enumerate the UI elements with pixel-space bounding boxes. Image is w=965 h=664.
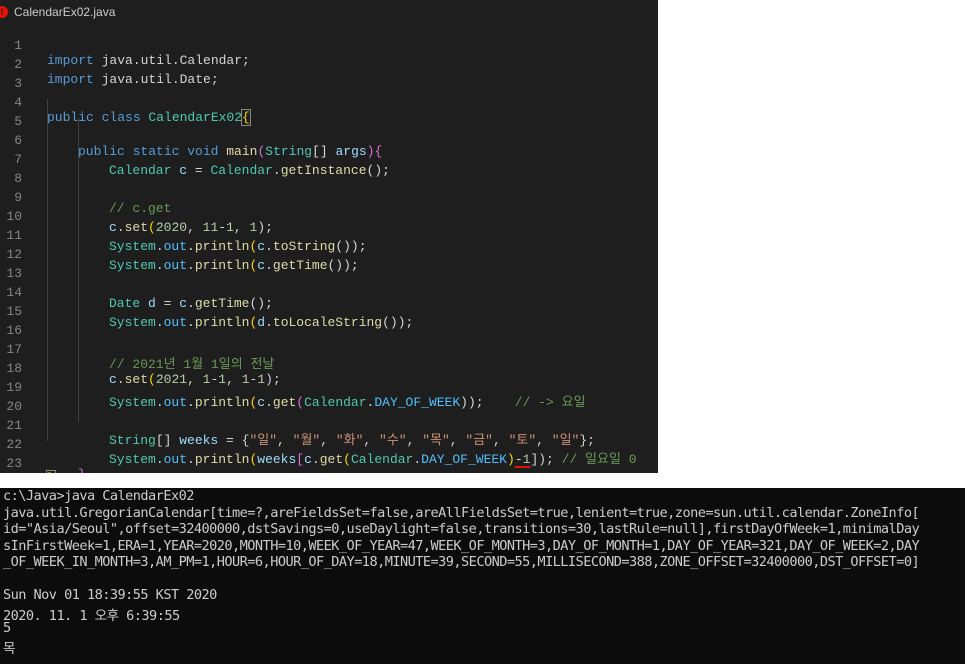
code-line: 16 // 2021년 1월 1일의 전날 xyxy=(0,308,658,372)
code-line: 5 public static void main(String[] args)… xyxy=(0,99,658,159)
code-line: 15 xyxy=(0,289,658,319)
console-line: sInFirstWeek=1,ERA=1,YEAR=2020,MONTH=10,… xyxy=(3,537,920,554)
code-line: 10 System.out.println(c.toString()); xyxy=(0,194,658,254)
line-number: 23 xyxy=(6,456,22,471)
code-line: 21 System.out.println(weeks[c.get(Calend… xyxy=(0,403,658,467)
console-line: 2020. 11. 1 오후 6:39:55 xyxy=(3,607,180,624)
error-icon: ! xyxy=(0,5,8,18)
code-line: 12 xyxy=(0,232,658,262)
code-line: 18 System.out.println(c.get(Calendar.DAY… xyxy=(0,346,658,410)
terminal-output[interactable]: c:\Java>java CalendarEx02 java.util.Greg… xyxy=(0,488,965,664)
code-line: 2 import java.util.Date; xyxy=(0,42,658,87)
code-line: 13 Date d = c.getTime(); xyxy=(0,251,658,311)
code-line: 20 String[] weeks = {"일", "월", "화", "수",… xyxy=(0,384,658,448)
console-line: Sun Nov 01 18:39:55 KST 2020 xyxy=(3,587,217,603)
editor-tab[interactable]: ! CalendarEx02.java xyxy=(0,0,125,23)
tab-filename: CalendarEx02.java xyxy=(14,4,116,19)
code-line: 19 xyxy=(0,365,658,395)
code-line: 6 Calendar c = Calendar.getInstance(); xyxy=(0,118,658,178)
console-line: 목 xyxy=(3,640,16,657)
console-line: id="Asia/Seoul",offset=32400000,dstSavin… xyxy=(3,521,920,537)
code-editor[interactable]: ! CalendarEx02.java 1 import java.util.C… xyxy=(0,0,658,473)
code-line: 11 System.out.println(c.getTime()); xyxy=(0,213,658,273)
code-line: 14 System.out.println(d.toLocaleString()… xyxy=(0,270,658,330)
code-line: 8 // c.get xyxy=(0,156,658,216)
console-line: _OF_WEEK_IN_MONTH=3,AM_PM=1,HOUR=6,HOUR_… xyxy=(3,554,920,570)
editor-tab-bar: ! CalendarEx02.java xyxy=(0,0,658,23)
code-line: 3 xyxy=(0,61,658,91)
code-line: 7 xyxy=(0,137,658,167)
code-line: 4 public class CalendarEx02{ xyxy=(0,80,658,126)
code-line: 23 } xyxy=(0,441,658,473)
console-line: java.util.GregorianCalendar[time=?,areFi… xyxy=(3,504,920,521)
code-line: 9 c.set(2020, 11-1, 1); xyxy=(0,175,658,235)
code-area[interactable]: 1 import java.util.Calendar; 2 import ja… xyxy=(0,23,658,473)
code-line: 1 import java.util.Calendar; xyxy=(0,23,658,68)
console-line: c:\Java>java CalendarEx02 xyxy=(3,488,194,504)
text-cursor xyxy=(54,471,56,473)
code-line: 22 } xyxy=(0,422,658,473)
code-line: 17 c.set(2021, 1-1, 1-1); xyxy=(0,327,658,387)
